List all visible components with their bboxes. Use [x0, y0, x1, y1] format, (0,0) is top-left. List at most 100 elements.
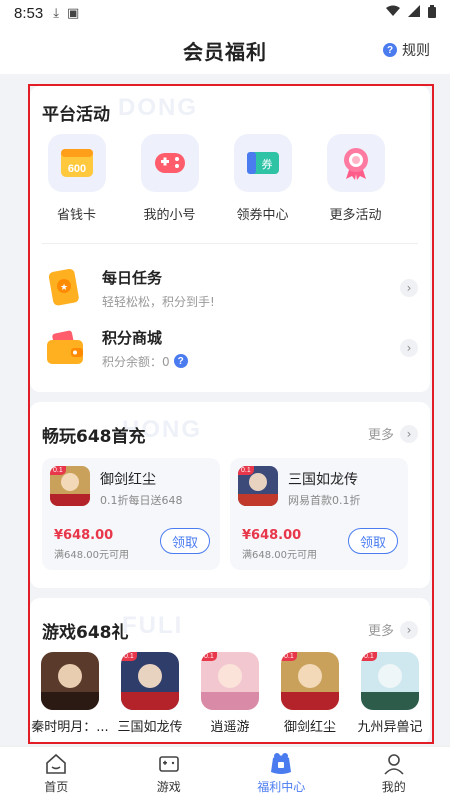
- activity-grid: 600 省钱卡 我的小号 券 领券中心 更多活动: [30, 134, 430, 223]
- game-name: 三国如龙传: [288, 472, 358, 488]
- game-gift-item[interactable]: 秦时明月：...: [30, 652, 110, 735]
- first-charge-title: 畅玩648首充: [42, 427, 146, 447]
- tab-home[interactable]: 首页: [0, 747, 113, 800]
- game-gift-item[interactable]: 0.1 御剑红尘: [270, 652, 350, 735]
- grid-item-more-activities[interactable]: 更多活动: [309, 134, 402, 223]
- discount-badge: 0.1: [238, 466, 254, 475]
- signal-icon: [408, 5, 420, 21]
- grid-item-label: 我的小号: [143, 208, 196, 223]
- platform-activities-card: DONG 平台活动 600 省钱卡 我的小号 券 领券中心 更多活动 ★ 每日任…: [30, 86, 430, 392]
- status-bar: 8:53 ⤓ ▣: [0, 0, 450, 26]
- chevron-right-icon: ›: [400, 279, 418, 297]
- daily-task-subtitle: 轻轻松松，积分到手!: [102, 294, 215, 309]
- game-gift-name: 秦时明月：...: [31, 720, 109, 735]
- game-coupon-card: 0.1 御剑红尘 0.1折每日送648 ¥648.00 满648.00元可用 领…: [42, 458, 220, 570]
- discount-badge: 0.1: [281, 652, 297, 661]
- daily-task-title: 每日任务: [102, 268, 163, 287]
- first-charge-card: HONG 畅玩648首充 更多 › 0.1 御剑红尘 0.1折每日送648 ¥6…: [30, 402, 430, 588]
- grid-item-label: 省钱卡: [56, 208, 96, 223]
- page-title: 会员福利: [183, 39, 267, 64]
- game-coupon-card: 0.1 三国如龙传 网易首款0.1折 ¥648.00 满648.00元可用 领取: [230, 458, 408, 570]
- coupon-price: ¥648.00: [242, 528, 302, 543]
- question-icon[interactable]: ?: [173, 354, 188, 368]
- tab-label: 首页: [44, 780, 69, 794]
- home-icon: [46, 753, 67, 774]
- section-watermark: FULI: [122, 612, 184, 639]
- wallet-icon: [42, 325, 88, 371]
- rules-button[interactable]: ? 规则: [383, 40, 430, 60]
- grid-item-label: 领券中心: [236, 208, 289, 223]
- ribbon-badge-icon: [326, 134, 385, 192]
- game-gift-name: 九州异兽记: [357, 720, 423, 735]
- coupon-condition: 满648.00元可用: [54, 550, 129, 561]
- svg-text:★: ★: [60, 282, 68, 292]
- game-gift-name: 逍遥游: [210, 720, 250, 735]
- discount-badge: 0.1: [121, 652, 137, 661]
- game-desc: 0.1折每日送648: [100, 494, 183, 507]
- games-icon: [158, 756, 179, 772]
- game-gift-item[interactable]: 0.1 九州异兽记: [350, 652, 430, 735]
- chevron-right-icon: ›: [400, 620, 418, 639]
- game-icon: 0.1: [201, 652, 259, 710]
- page-header: 会员福利 ? 规则: [0, 26, 450, 74]
- gamepad-icon: [140, 134, 199, 192]
- grid-item-my-accounts[interactable]: 我的小号: [123, 134, 216, 223]
- tab-welfare-center[interactable]: 福利中心: [225, 747, 338, 800]
- game-icon: 0.1: [281, 652, 339, 710]
- more-label: 更多: [367, 624, 394, 639]
- profile-icon: [384, 754, 404, 775]
- grid-item-coupon-center[interactable]: 券 领券中心: [216, 134, 309, 223]
- grid-item-savings-card[interactable]: 600 省钱卡: [30, 134, 123, 223]
- game-gift-item[interactable]: 0.1 三国如龙传: [110, 652, 190, 735]
- status-time: 8:53: [14, 4, 44, 22]
- game-icon: [41, 652, 99, 710]
- chevron-right-icon: ›: [400, 339, 418, 357]
- section-watermark: DONG: [118, 94, 198, 121]
- tab-games[interactable]: 游戏: [113, 747, 226, 800]
- task-ticket-icon: ★: [42, 265, 88, 311]
- platform-title: 平台活动: [42, 105, 110, 125]
- claim-button[interactable]: 领取: [348, 528, 398, 554]
- section-divider: [42, 243, 418, 244]
- game-gift-name: 御剑红尘: [283, 720, 336, 735]
- tab-label: 游戏: [156, 780, 181, 794]
- tab-profile[interactable]: 我的: [338, 747, 450, 800]
- question-icon: ?: [383, 43, 397, 57]
- discount-badge: 0.1: [361, 652, 377, 661]
- grid-item-label: 更多活动: [329, 208, 382, 223]
- bottom-tab-bar: 首页 游戏 福利中心 我的: [0, 746, 450, 800]
- points-mall-title: 积分商城: [102, 328, 163, 347]
- game-icon: 0.1: [361, 652, 419, 710]
- tab-label: 福利中心: [257, 780, 306, 794]
- coupon-icon-text: 券: [261, 157, 272, 171]
- points-balance: 积分余额：0: [102, 354, 170, 369]
- savings-card-icon-text: 600: [67, 163, 85, 175]
- claim-button[interactable]: 领取: [160, 528, 210, 554]
- game-icon: 0.1: [121, 652, 179, 710]
- more-button[interactable]: 更多 ›: [368, 620, 418, 639]
- more-label: 更多: [367, 428, 394, 443]
- game-gift-card: FULI 游戏648礼 更多 › 秦时明月：... 0.1 三国如龙传 0.1 …: [30, 598, 430, 744]
- rules-label: 规则: [402, 43, 430, 59]
- game-gift-name: 三国如龙传: [117, 720, 183, 735]
- coupon-icon: 券: [233, 134, 292, 192]
- game-gift-item[interactable]: 0.1 逍遥游: [190, 652, 270, 735]
- game-gift-title: 游戏648礼: [42, 623, 129, 643]
- welfare-icon: [271, 753, 292, 774]
- chevron-right-icon: ›: [400, 424, 418, 443]
- points-mall-row[interactable]: 积分商城 积分余额：0 ? ›: [42, 320, 418, 376]
- notification-a-icon: ▣: [66, 5, 80, 21]
- coupon-price: ¥648.00: [54, 528, 114, 543]
- wifi-icon: [386, 5, 400, 21]
- more-button[interactable]: 更多 ›: [368, 424, 418, 443]
- savings-card-icon: 600: [47, 134, 106, 192]
- coupon-condition: 满648.00元可用: [242, 550, 317, 561]
- game-thumbnail: 0.1: [238, 466, 278, 506]
- game-thumbnail: 0.1: [50, 466, 90, 506]
- battery-icon: [428, 4, 436, 22]
- daily-task-row[interactable]: ★ 每日任务 轻轻松松，积分到手! ›: [42, 260, 418, 316]
- discount-badge: 0.1: [50, 466, 66, 475]
- discount-badge: 0.1: [201, 652, 217, 661]
- tab-label: 我的: [381, 780, 406, 794]
- game-gift-list: 秦时明月：... 0.1 三国如龙传 0.1 逍遥游 0.1 御剑红尘 0.1 …: [30, 652, 430, 735]
